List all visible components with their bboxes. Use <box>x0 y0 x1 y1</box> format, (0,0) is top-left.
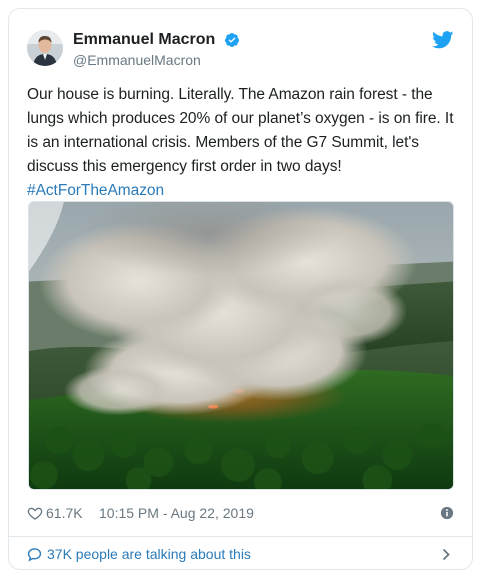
tweet-timestamp[interactable]: 10:15 PM - Aug 22, 2019 <box>99 503 254 523</box>
tweet-body: Our house is burning. Literally. The Ama… <box>27 86 454 175</box>
author-block: Emmanuel Macron @EmmanuelMacron <box>73 30 240 70</box>
speech-bubble-icon <box>27 548 42 562</box>
amazon-fire-photo <box>29 202 453 489</box>
info-icon[interactable] <box>440 506 454 520</box>
author-display-name[interactable]: Emmanuel Macron <box>73 30 215 50</box>
verified-badge-icon <box>224 33 239 47</box>
hashtag-link[interactable]: #ActForTheAmazon <box>27 182 164 199</box>
conversation-label: 37K people are talking about this <box>47 546 251 562</box>
tweet-meta: 61.7K 10:15 PM - Aug 22, 2019 <box>27 503 454 523</box>
heart-icon <box>27 507 43 520</box>
avatar[interactable] <box>27 30 63 66</box>
twitter-bird-icon[interactable] <box>432 31 454 49</box>
tweet-header: Emmanuel Macron @EmmanuelMacron <box>27 27 454 75</box>
tweet-text: Our house is burning. Literally. The Ama… <box>27 83 457 203</box>
tweet-card[interactable]: Emmanuel Macron @EmmanuelMacron Our hous… <box>8 8 473 570</box>
conversation-link[interactable]: 37K people are talking about this <box>27 537 454 569</box>
chevron-right-icon[interactable] <box>442 548 450 561</box>
tweet-photo[interactable] <box>28 201 454 490</box>
author-handle[interactable]: @EmmanuelMacron <box>73 50 240 70</box>
like-button[interactable]: 61.7K <box>27 503 83 523</box>
like-count: 61.7K <box>46 505 83 521</box>
